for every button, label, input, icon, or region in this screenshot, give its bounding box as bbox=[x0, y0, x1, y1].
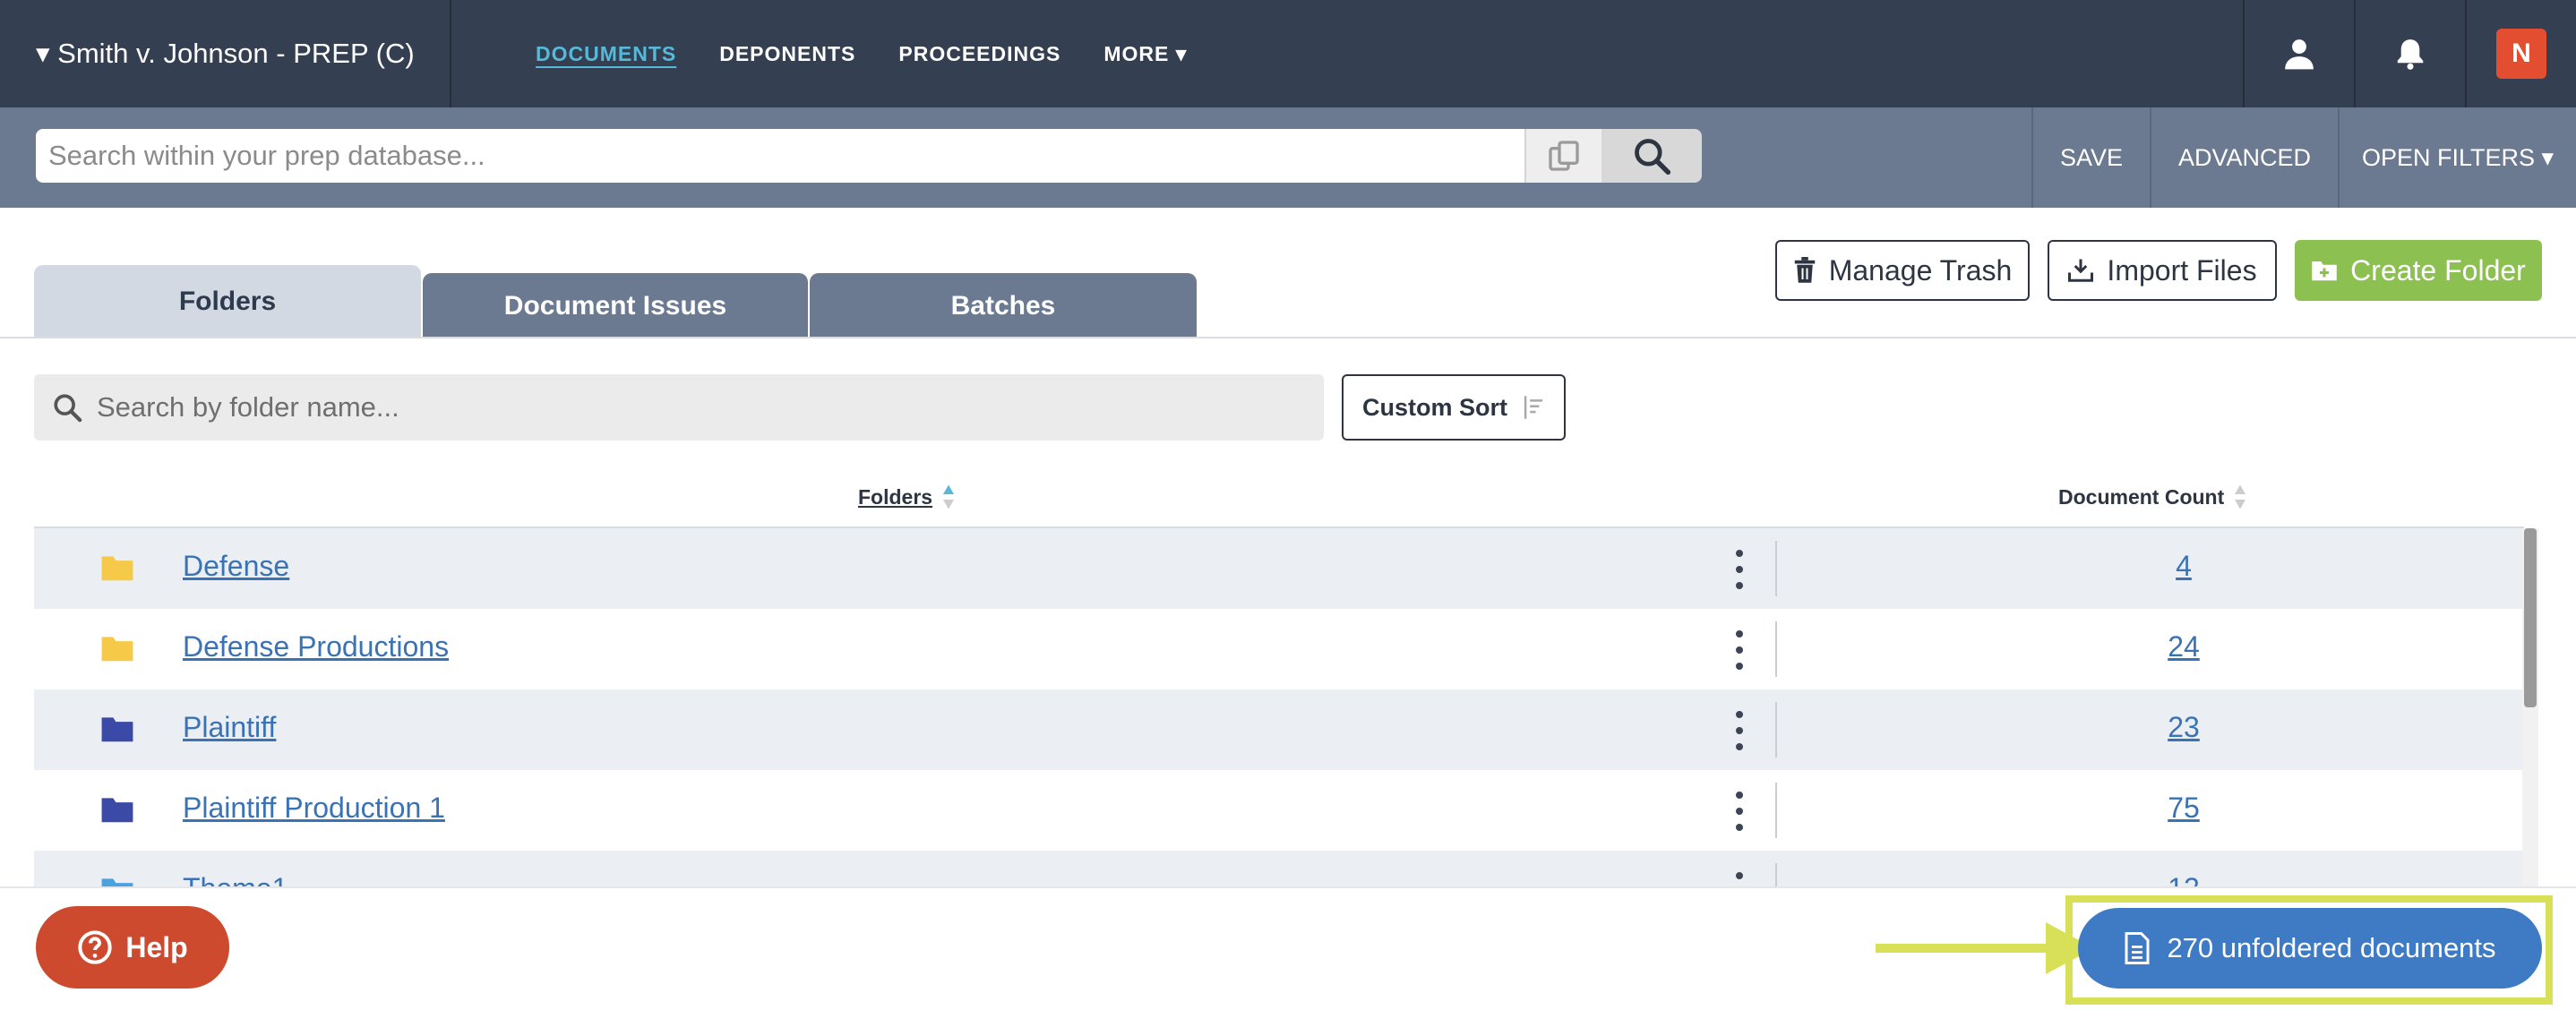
sort-icon bbox=[1524, 396, 1543, 419]
nav-proceedings[interactable]: PROCEEDINGS bbox=[898, 42, 1060, 66]
user-icon bbox=[2285, 39, 2314, 70]
manage-trash-button[interactable]: Manage Trash bbox=[1775, 240, 2030, 301]
app-logo: N bbox=[2496, 29, 2546, 79]
user-button[interactable] bbox=[2243, 0, 2354, 107]
case-title[interactable]: ▾ Smith v. Johnson - PREP (C) bbox=[36, 38, 415, 70]
table-row: Plaintiff Production 1 75 bbox=[34, 770, 2524, 851]
row-divider bbox=[1775, 621, 1777, 677]
create-folder-label: Create Folder bbox=[2350, 253, 2526, 287]
document-count-link[interactable]: 23 bbox=[2094, 711, 2273, 744]
create-folder-button[interactable]: Create Folder bbox=[2295, 240, 2542, 301]
help-icon bbox=[78, 930, 112, 964]
nav-documents[interactable]: DOCUMENTS bbox=[536, 42, 676, 66]
nav-more[interactable]: MORE ▾ bbox=[1103, 42, 1187, 66]
table-row: Defense Productions 24 bbox=[34, 609, 2524, 689]
folder-plus-icon bbox=[2312, 261, 2337, 281]
document-count-link[interactable]: 75 bbox=[2094, 792, 2273, 825]
row-menu-button[interactable] bbox=[1734, 630, 1745, 670]
table-row: Plaintiff 23 bbox=[34, 689, 2524, 770]
table-row: Defense 4 bbox=[34, 528, 2524, 609]
folder-search-input[interactable]: Search by folder name... bbox=[34, 374, 1324, 441]
row-menu-button[interactable] bbox=[1734, 550, 1745, 589]
manage-trash-label: Manage Trash bbox=[1828, 253, 2013, 287]
search-button[interactable] bbox=[1601, 129, 1702, 183]
folder-name-link[interactable]: Theme1 bbox=[183, 872, 288, 886]
row-menu-button[interactable] bbox=[1734, 792, 1745, 831]
custom-sort-button[interactable]: Custom Sort bbox=[1342, 374, 1566, 441]
folder-name-link[interactable]: Defense Productions bbox=[183, 630, 449, 663]
tab-document-issues[interactable]: Document Issues bbox=[423, 273, 808, 338]
custom-sort-label: Custom Sort bbox=[1362, 393, 1507, 421]
notifications-button[interactable] bbox=[2354, 0, 2465, 107]
folders-column-label: Folders bbox=[858, 484, 933, 509]
folder-icon bbox=[101, 878, 133, 886]
help-button[interactable]: Help bbox=[36, 906, 229, 989]
column-header-folders[interactable]: Folders bbox=[858, 484, 956, 510]
row-divider bbox=[1775, 541, 1777, 596]
tab-folders[interactable]: Folders bbox=[34, 265, 421, 338]
tab-divider bbox=[0, 337, 2576, 338]
document-count-link[interactable]: 12 bbox=[2094, 872, 2273, 886]
row-divider bbox=[1775, 702, 1777, 758]
download-icon bbox=[2068, 259, 2094, 282]
folder-icon bbox=[101, 637, 133, 662]
save-label: SAVE bbox=[2059, 143, 2124, 171]
sort-arrows-icon bbox=[2235, 484, 2246, 509]
document-icon bbox=[2125, 932, 2150, 964]
app-logo-button[interactable]: N bbox=[2465, 0, 2576, 107]
logo-letter: N bbox=[2512, 39, 2531, 68]
import-files-button[interactable]: Import Files bbox=[2048, 240, 2277, 301]
help-label: Help bbox=[125, 930, 188, 963]
count-column-label: Document Count bbox=[2058, 484, 2225, 509]
search-icon bbox=[1635, 139, 1671, 175]
case-selector[interactable]: ▾ Smith v. Johnson - PREP (C) bbox=[0, 0, 451, 107]
row-menu-button[interactable] bbox=[1734, 872, 1745, 886]
folder-name-link[interactable]: Plaintiff Production 1 bbox=[183, 792, 445, 825]
import-files-label: Import Files bbox=[2107, 253, 2257, 287]
open-filters-button[interactable]: OPEN FILTERS ▾ bbox=[2338, 107, 2576, 208]
advanced-label: ADVANCED bbox=[2177, 143, 2312, 171]
tab-batches[interactable]: Batches bbox=[810, 273, 1197, 338]
trash-icon bbox=[1794, 257, 1815, 283]
folder-icon bbox=[101, 556, 133, 581]
copy-button[interactable] bbox=[1524, 129, 1601, 183]
document-count-link[interactable]: 24 bbox=[2094, 630, 2273, 663]
annotation-arrow bbox=[1876, 944, 2055, 953]
folder-icon bbox=[101, 798, 133, 823]
open-filters-label: OPEN FILTERS ▾ bbox=[2361, 143, 2555, 171]
unfoldered-label: 270 unfoldered documents bbox=[2167, 932, 2496, 963]
nav-deponents[interactable]: DEPONENTS bbox=[719, 42, 855, 66]
folder-icon bbox=[101, 717, 133, 742]
top-navbar: ▾ Smith v. Johnson - PREP (C) DOCUMENTS … bbox=[0, 0, 2576, 107]
folder-name-link[interactable]: Plaintiff bbox=[183, 711, 276, 744]
folders-table: Defense 4 Defense Productions 24 Plainti… bbox=[34, 528, 2524, 886]
bell-icon bbox=[2397, 39, 2424, 70]
folder-name-link[interactable]: Defense bbox=[183, 550, 289, 583]
unfoldered-documents-button[interactable]: 270 unfoldered documents bbox=[2078, 908, 2542, 989]
search-icon bbox=[54, 394, 82, 423]
table-row: Theme1 12 bbox=[34, 851, 2524, 886]
row-divider bbox=[1775, 863, 1777, 886]
copy-icon bbox=[1549, 141, 1579, 171]
column-header-document-count[interactable]: Document Count bbox=[2058, 484, 2247, 510]
global-search-bar: SAVE ADVANCED OPEN FILTERS ▾ bbox=[0, 107, 2576, 208]
main-nav: DOCUMENTS DEPONENTS PROCEEDINGS MORE ▾ bbox=[536, 0, 1230, 107]
advanced-search-button[interactable]: ADVANCED bbox=[2150, 107, 2338, 208]
save-search-button[interactable]: SAVE bbox=[2031, 107, 2150, 208]
sort-arrows-icon bbox=[943, 484, 955, 509]
prep-search-input[interactable] bbox=[36, 129, 1524, 183]
folder-search-placeholder: Search by folder name... bbox=[97, 391, 399, 423]
row-divider bbox=[1775, 783, 1777, 838]
table-scrollbar-thumb[interactable] bbox=[2524, 528, 2537, 707]
row-menu-button[interactable] bbox=[1734, 711, 1745, 750]
document-count-link[interactable]: 4 bbox=[2094, 550, 2273, 583]
